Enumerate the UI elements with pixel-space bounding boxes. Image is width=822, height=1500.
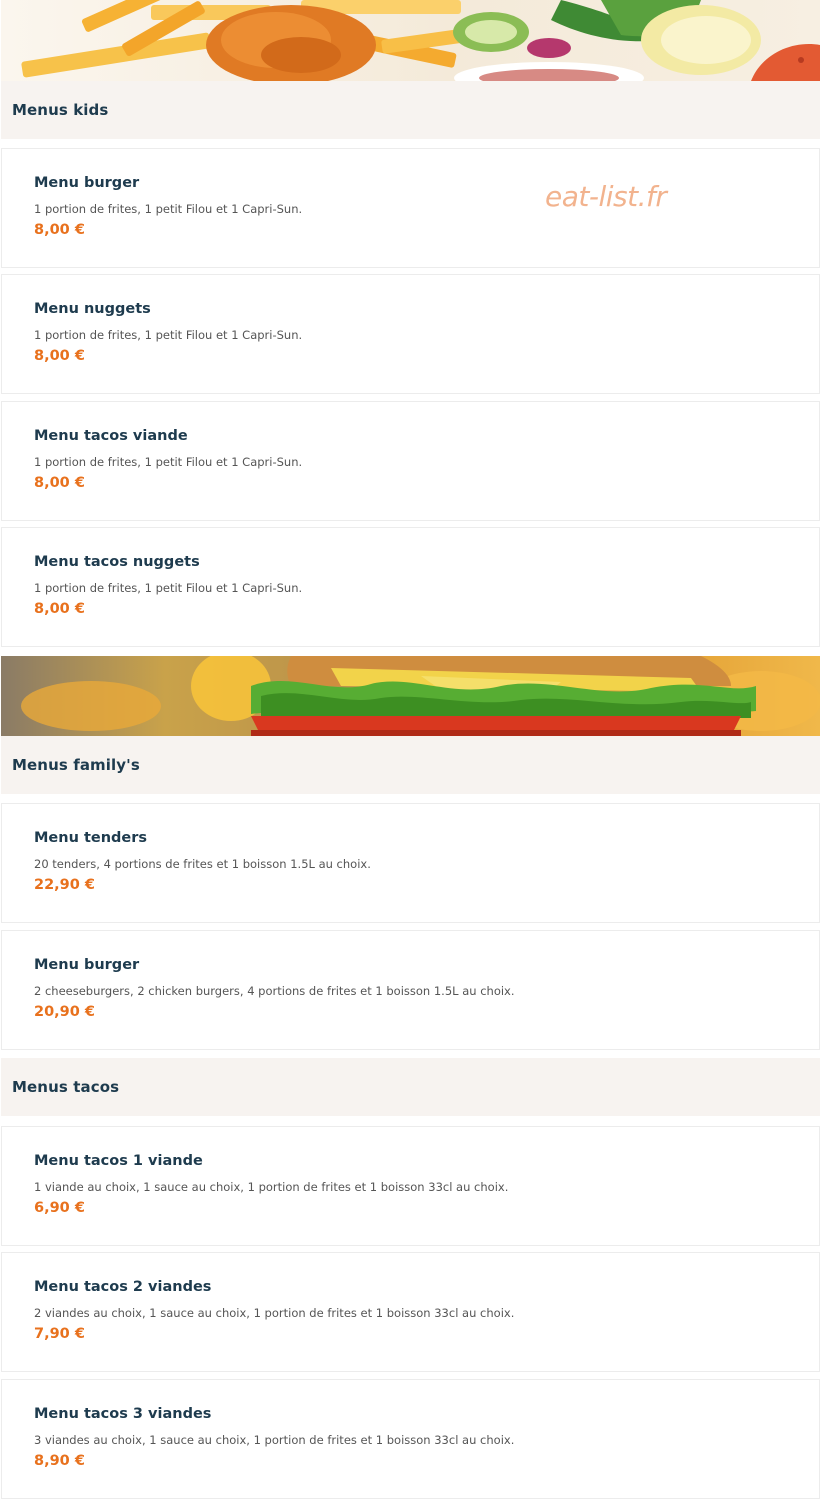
menu-item-description: 1 portion de frites, 1 petit Filou et 1 … [34,328,303,342]
section-header-kids: Menus kids [1,81,820,139]
menu-item-card[interactable]: Menu burger 1 portion de frites, 1 petit… [1,148,820,268]
section-header-tacos: Menus tacos [1,1058,820,1116]
menu-item-description: 2 viandes au choix, 1 sauce au choix, 1 … [34,1306,515,1320]
menu-item-card[interactable]: Menu tenders 20 tenders, 4 portions de f… [1,803,820,923]
menu-item-price: 6,90 € [34,1200,85,1216]
menu-item-price: 8,00 € [34,348,85,364]
family-banner-image [1,656,820,736]
section-title: Menus tacos [12,1078,120,1096]
section-header-family: Menus family's [1,736,820,794]
menu-item-description: 1 portion de frites, 1 petit Filou et 1 … [34,202,303,216]
menu-item-price: 20,90 € [34,1004,96,1020]
menu-item-name: Menu nuggets [34,301,151,317]
menu-item-name: Menu tacos viande [34,428,188,444]
menu-item-name: Menu burger [34,957,140,973]
watermark-text: eat-list.fr [545,180,667,213]
menu-item-price: 8,00 € [34,475,85,491]
menu-item-card[interactable]: Menu tacos nuggets 1 portion de frites, … [1,527,820,647]
menu-item-price: 8,00 € [34,601,85,617]
menu-page: Menus kids Menu burger 1 portion de frit… [0,0,822,1500]
menu-item-description: 20 tenders, 4 portions de frites et 1 bo… [34,857,371,871]
menu-item-name: Menu tenders [34,830,148,846]
kids-banner-image [1,0,820,81]
menu-item-name: Menu tacos 2 viandes [34,1279,212,1295]
menu-item-card[interactable]: Menu tacos 1 viande 1 viande au choix, 1… [1,1126,820,1246]
menu-item-description: 1 viande au choix, 1 sauce au choix, 1 p… [34,1180,509,1194]
menu-item-card[interactable]: Menu burger 2 cheeseburgers, 2 chicken b… [1,930,820,1050]
menu-item-price: 22,90 € [34,877,96,893]
menu-item-price: 7,90 € [34,1326,85,1342]
menu-item-description: 1 portion de frites, 1 petit Filou et 1 … [34,455,303,469]
menu-item-name: Menu tacos 3 viandes [34,1406,212,1422]
menu-item-description: 2 cheeseburgers, 2 chicken burgers, 4 po… [34,984,515,998]
menu-item-price: 8,90 € [34,1453,85,1469]
menu-item-card[interactable]: Menu nuggets 1 portion de frites, 1 peti… [1,274,820,394]
section-title: Menus family's [12,756,140,774]
menu-item-description: 1 portion de frites, 1 petit Filou et 1 … [34,581,303,595]
section-title: Menus kids [12,101,109,119]
menu-item-name: Menu tacos nuggets [34,554,200,570]
menu-item-card[interactable]: Menu tacos viande 1 portion de frites, 1… [1,401,820,521]
menu-item-name: Menu burger [34,175,140,191]
menu-item-card[interactable]: Menu tacos 2 viandes 2 viandes au choix,… [1,1252,820,1372]
menu-item-price: 8,00 € [34,222,85,238]
menu-item-card[interactable]: Menu tacos 3 viandes 3 viandes au choix,… [1,1379,820,1499]
menu-item-description: 3 viandes au choix, 1 sauce au choix, 1 … [34,1433,515,1447]
menu-item-name: Menu tacos 1 viande [34,1153,203,1169]
